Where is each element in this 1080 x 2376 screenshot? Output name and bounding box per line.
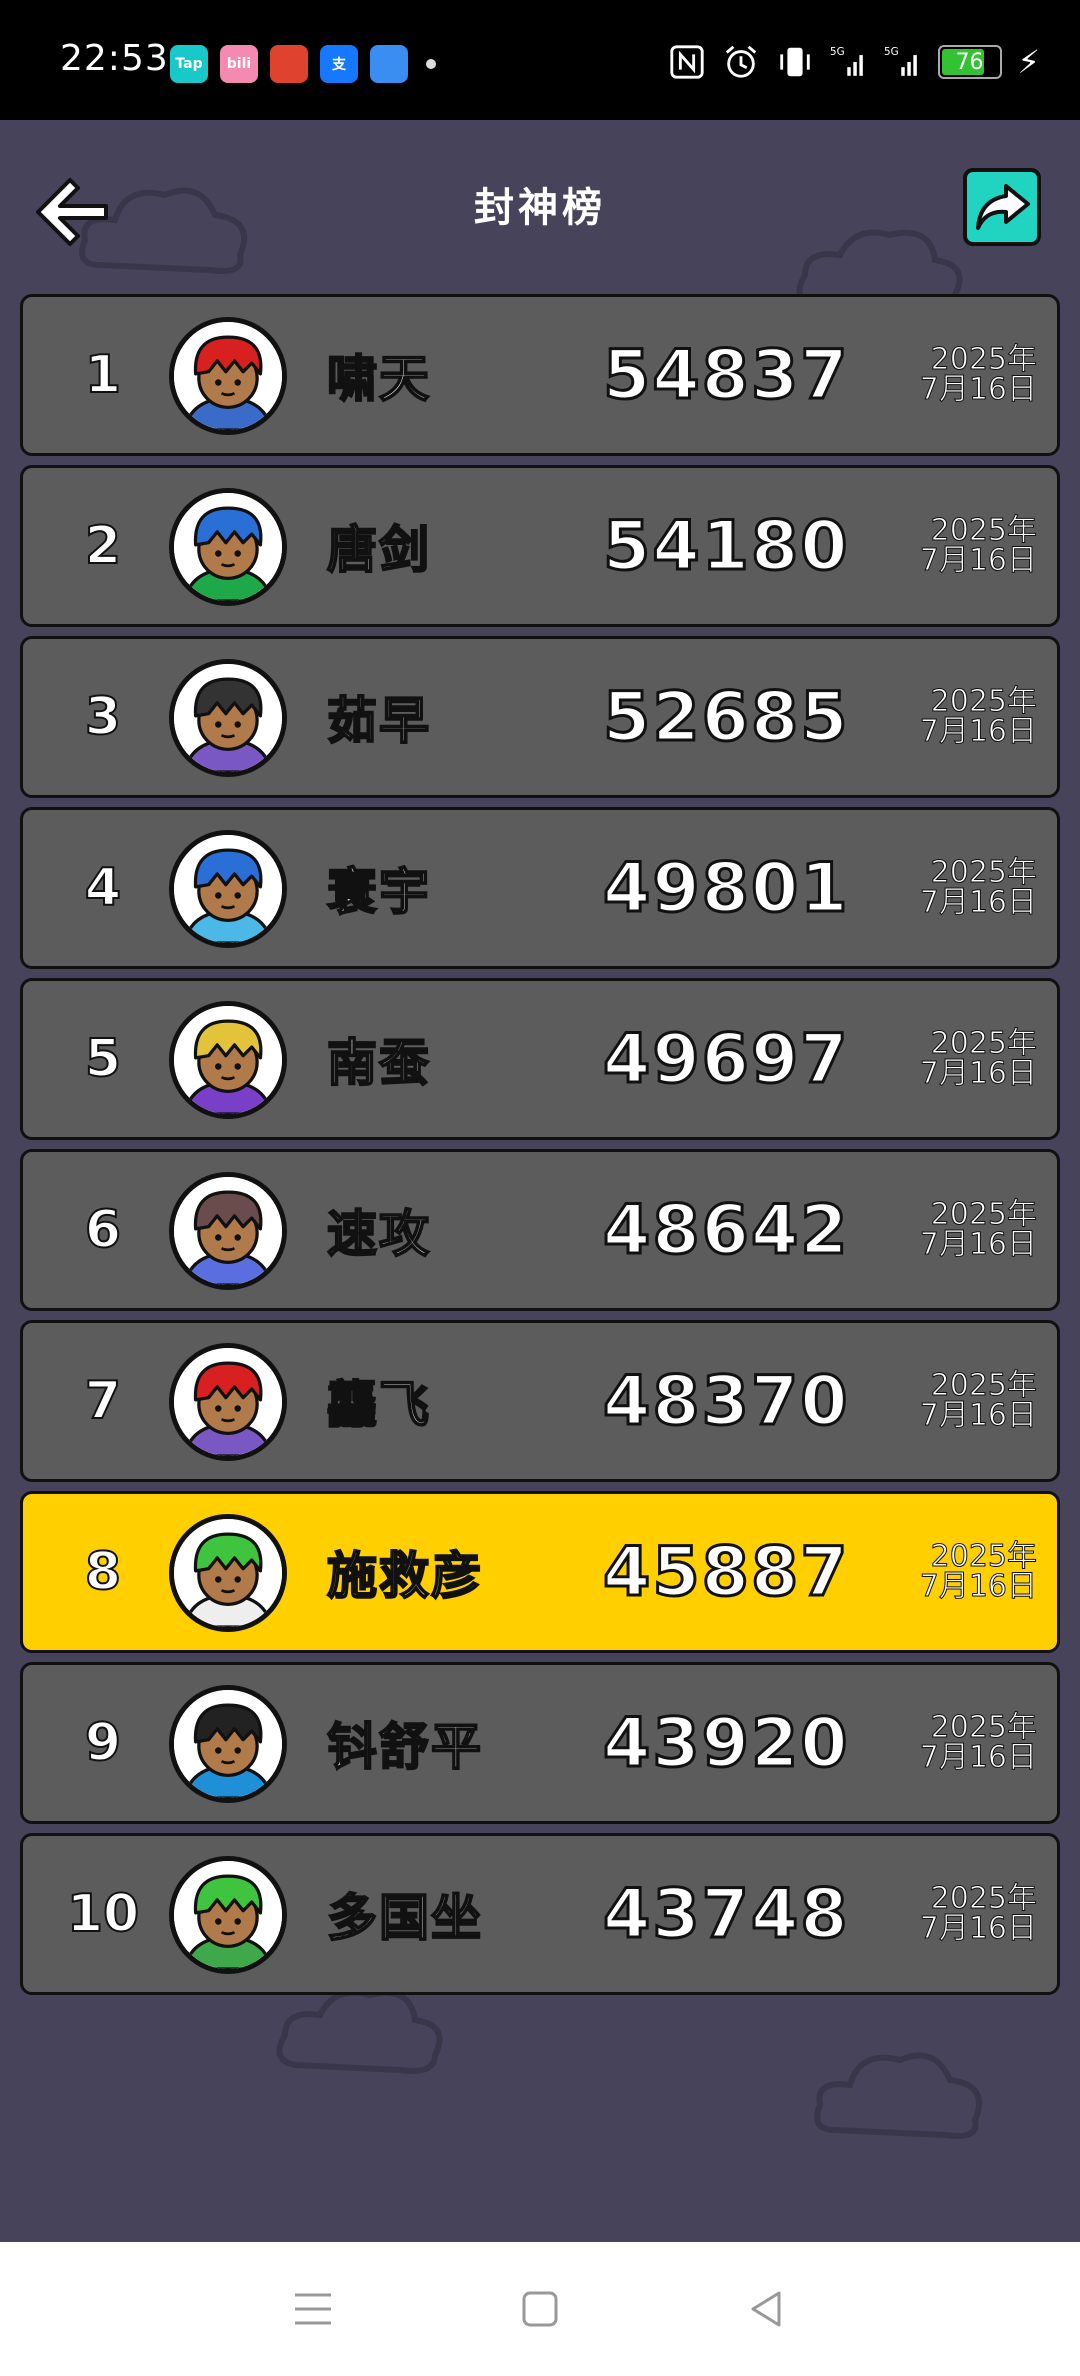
- player-name: 唐剑: [326, 520, 431, 580]
- player-avatar: [169, 488, 287, 606]
- player-avatar: [169, 1001, 287, 1119]
- red-app-icon: [270, 45, 308, 83]
- score-date: 2025年 7月16日: [919, 1881, 1037, 1946]
- player-avatar: [169, 1685, 287, 1803]
- leaderboard-row: 9 钭舒平 43920 2025年 7月16日: [20, 1662, 1060, 1824]
- player-avatar: [169, 830, 287, 948]
- status-time: 22:53: [60, 38, 169, 79]
- player-name: 啸天: [326, 349, 431, 409]
- player-score: 52685: [602, 676, 850, 758]
- alipay-icon: 支: [320, 45, 358, 83]
- svg-text:5G: 5G: [884, 46, 899, 58]
- player-avatar: [169, 317, 287, 435]
- rank-number: 7: [84, 1370, 122, 1432]
- rank-number: 4: [84, 857, 122, 919]
- player-score: 48370: [602, 1360, 850, 1442]
- rank-number: 6: [84, 1199, 122, 1261]
- bilibili-icon: bili: [220, 45, 258, 83]
- player-avatar: [169, 1514, 287, 1632]
- back-triangle-icon: [751, 2291, 781, 2327]
- rank-number: 2: [84, 515, 122, 577]
- rank-number: 8: [84, 1541, 122, 1603]
- rank-number: 1: [84, 344, 122, 406]
- rank-number: 9: [84, 1712, 122, 1774]
- player-avatar: [169, 1856, 287, 1974]
- share-arrow-icon: [976, 184, 1030, 230]
- player-score: 45887: [602, 1531, 850, 1613]
- svg-text:5G: 5G: [830, 46, 845, 58]
- score-date: 2025年 7月16日: [919, 684, 1037, 749]
- status-bar: 22:53 Tap bili 支 5G 5G 76 ⚡: [0, 0, 1080, 120]
- player-name: 龘飞: [326, 1375, 431, 1435]
- battery-indicator: 76: [937, 45, 1002, 79]
- leaderboard-row: 7 龘飞 48370 2025年 7月16日: [20, 1320, 1060, 1482]
- player-avatar: [169, 1172, 287, 1290]
- leaderboard-row: 10 多国坐 43748 2025年 7月16日: [20, 1833, 1060, 1995]
- player-score: 49801: [602, 847, 850, 929]
- rank-number: 10: [66, 1883, 140, 1945]
- score-date: 2025年 7月16日: [919, 513, 1037, 578]
- score-date: 2025年 7月16日: [919, 1197, 1037, 1262]
- leaderboard-row: 1 啸天 54837 2025年 7月16日: [20, 294, 1060, 456]
- leaderboard-screen: 封神榜 1 啸天 54837 2025年 7月16日 2 唐剑 54180 2025年 7月1…: [0, 120, 1080, 2242]
- page-title: 封神榜: [474, 185, 606, 231]
- player-score: 54180: [602, 505, 850, 587]
- battery-level: 76: [955, 49, 984, 75]
- vibrate-icon: [779, 47, 810, 77]
- score-date: 2025年 7月16日: [919, 1710, 1037, 1775]
- player-score: 48642: [602, 1189, 850, 1271]
- score-date: 2025年 7月16日: [919, 342, 1037, 407]
- notification-app-icons: Tap bili 支: [170, 45, 436, 83]
- player-avatar: [169, 659, 287, 777]
- player-name: 多国坐: [326, 1888, 483, 1948]
- player-avatar: [169, 1343, 287, 1461]
- back-button[interactable]: [30, 170, 114, 254]
- charging-icon: ⚡: [1017, 43, 1040, 81]
- player-name: 速攻: [326, 1204, 431, 1264]
- leaderboard-row: 3 茹早 52685 2025年 7月16日: [20, 636, 1060, 798]
- signal-5g-icon-2: 5G: [884, 46, 917, 76]
- share-button[interactable]: [963, 168, 1041, 246]
- arrow-left-icon: [36, 178, 108, 246]
- home-square-icon: [522, 2291, 558, 2327]
- player-name: 钭舒平: [326, 1717, 483, 1777]
- back-nav-button[interactable]: [737, 2279, 797, 2339]
- leaderboard-row: 2 唐剑 54180 2025年 7月16日: [20, 465, 1060, 627]
- menu-icon: [295, 2293, 332, 2325]
- menu-nav-button[interactable]: [283, 2279, 343, 2339]
- score-date: 2025年 7月16日: [919, 855, 1037, 920]
- player-score: 49697: [602, 1018, 850, 1100]
- player-name: 南蚕: [326, 1033, 431, 1093]
- score-date: 2025年 7月16日: [919, 1026, 1037, 1091]
- player-name: 茹早: [326, 691, 431, 751]
- player-score: 43748: [602, 1873, 850, 1955]
- nfc-icon: [669, 45, 704, 79]
- leaderboard-row: 4 寰宇 49801 2025年 7月16日: [20, 807, 1060, 969]
- weather-icon: [370, 45, 408, 83]
- player-score: 43920: [602, 1702, 850, 1784]
- leaderboard-row-current-player: 8 施救彦 45887 2025年 7月16日: [20, 1491, 1060, 1653]
- system-nav-bar: [0, 2242, 1080, 2376]
- status-icons: 5G 5G 76 ⚡: [668, 40, 1040, 84]
- score-date: 2025年 7月16日: [919, 1539, 1037, 1604]
- taptap-icon: Tap: [170, 45, 208, 83]
- player-name: 寰宇: [326, 862, 431, 922]
- home-nav-button[interactable]: [510, 2279, 570, 2339]
- player-score: 54837: [602, 334, 850, 416]
- player-name: 施救彦: [326, 1546, 483, 1606]
- leaderboard-list: 1 啸天 54837 2025年 7月16日 2 唐剑 54180 2025年 7月16日 3 茹…: [20, 294, 1060, 2004]
- alarm-icon: [725, 45, 756, 78]
- signal-5g-icon: 5G: [830, 46, 863, 76]
- more-notifications-dot: [426, 59, 436, 69]
- rank-number: 5: [84, 1028, 122, 1090]
- leaderboard-row: 5 南蚕 49697 2025年 7月16日: [20, 978, 1060, 1140]
- rank-number: 3: [84, 686, 122, 748]
- score-date: 2025年 7月16日: [919, 1368, 1037, 1433]
- leaderboard-row: 6 速攻 48642 2025年 7月16日: [20, 1149, 1060, 1311]
- cloud-decoration: [814, 2052, 982, 2139]
